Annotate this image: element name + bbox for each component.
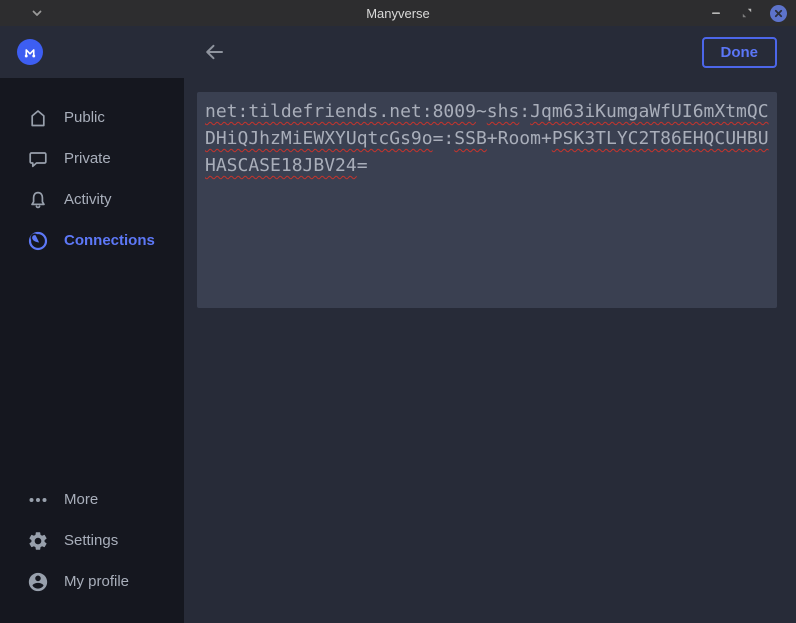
sidebar-item-activity[interactable]: Activity <box>0 179 184 220</box>
sidebar-nav-bottom: More Settings My profile <box>0 479 184 623</box>
sidebar-spacer <box>0 261 184 479</box>
sidebar-item-settings[interactable]: Settings <box>0 520 184 561</box>
back-arrow-icon <box>203 41 225 63</box>
sidebar-item-connections[interactable]: Connections <box>0 220 184 261</box>
sidebar-item-public[interactable]: Public <box>0 97 184 138</box>
window-menu-button[interactable] <box>30 6 44 20</box>
profile-icon <box>27 571 49 593</box>
body: Public Private Activity Connections More… <box>0 78 796 623</box>
sidebar-item-label: Public <box>64 109 105 126</box>
home-icon <box>27 107 49 129</box>
restore-icon <box>741 7 753 19</box>
close-button[interactable] <box>769 4 787 22</box>
misspelled-segment: Jqm63iKumgaWfUI6mXtmQC <box>530 101 768 122</box>
sidebar-item-label: Private <box>64 150 111 167</box>
bell-icon <box>27 189 49 211</box>
invite-code-line: DHiQJhzMiEWXYUqtcGs9o=:SSB+Room+PSK3TLYC… <box>205 125 769 152</box>
close-icon <box>770 5 787 22</box>
sidebar-nav-top: Public Private Activity Connections <box>0 97 184 261</box>
invite-code-line: HASCASE18JBV24= <box>205 152 769 179</box>
misspelled-segment: shs <box>487 101 520 122</box>
minimize-button[interactable] <box>707 4 725 22</box>
chevron-down-icon <box>30 6 44 20</box>
sidebar-item-label: More <box>64 491 98 508</box>
misspelled-segment: DHiQJhzMiEWXYUqtcGs9o <box>205 128 433 149</box>
done-button[interactable]: Done <box>702 37 778 68</box>
manyverse-logo-icon <box>17 39 43 65</box>
sidebar-item-my-profile[interactable]: My profile <box>0 561 184 602</box>
minimize-icon <box>710 7 722 19</box>
ellipsis-icon <box>27 489 49 511</box>
message-icon <box>27 148 49 170</box>
text-segment: +Room+ <box>487 128 552 149</box>
sidebar-item-label: My profile <box>64 573 129 590</box>
sidebar-item-label: Settings <box>64 532 118 549</box>
app-window: Manyverse <box>0 0 796 623</box>
sidebar-item-private[interactable]: Private <box>0 138 184 179</box>
sidebar: Public Private Activity Connections More… <box>0 78 184 623</box>
back-button[interactable] <box>203 41 225 63</box>
connections-icon <box>27 230 49 252</box>
sidebar-item-label: Activity <box>64 191 112 208</box>
misspelled-segment: net:tildefriends.net:8009 <box>205 101 476 122</box>
invite-code-line: net:tildefriends.net:8009~shs:Jqm63iKumg… <box>205 98 769 125</box>
titlebar: Manyverse <box>0 0 796 26</box>
app-header: Done <box>0 26 796 78</box>
text-segment: =: <box>433 128 455 149</box>
gear-icon <box>27 530 49 552</box>
misspelled-segment: PSK3TLYC2T86EHQCUHBU <box>552 128 769 149</box>
text-segment: = <box>357 155 368 176</box>
misspelled-segment: SSB <box>454 128 487 149</box>
misspelled-segment: HASCASE18JBV24 <box>205 155 357 176</box>
window-title: Manyverse <box>0 6 796 21</box>
main-content: net:tildefriends.net:8009~shs:Jqm63iKumg… <box>184 78 796 623</box>
window-controls <box>707 4 787 22</box>
text-segment: : <box>519 101 530 122</box>
restore-button[interactable] <box>738 4 756 22</box>
text-segment: ~ <box>476 101 487 122</box>
invite-code-textarea[interactable]: net:tildefriends.net:8009~shs:Jqm63iKumg… <box>197 92 777 308</box>
sidebar-item-label: Connections <box>64 232 155 249</box>
sidebar-item-more[interactable]: More <box>0 479 184 520</box>
